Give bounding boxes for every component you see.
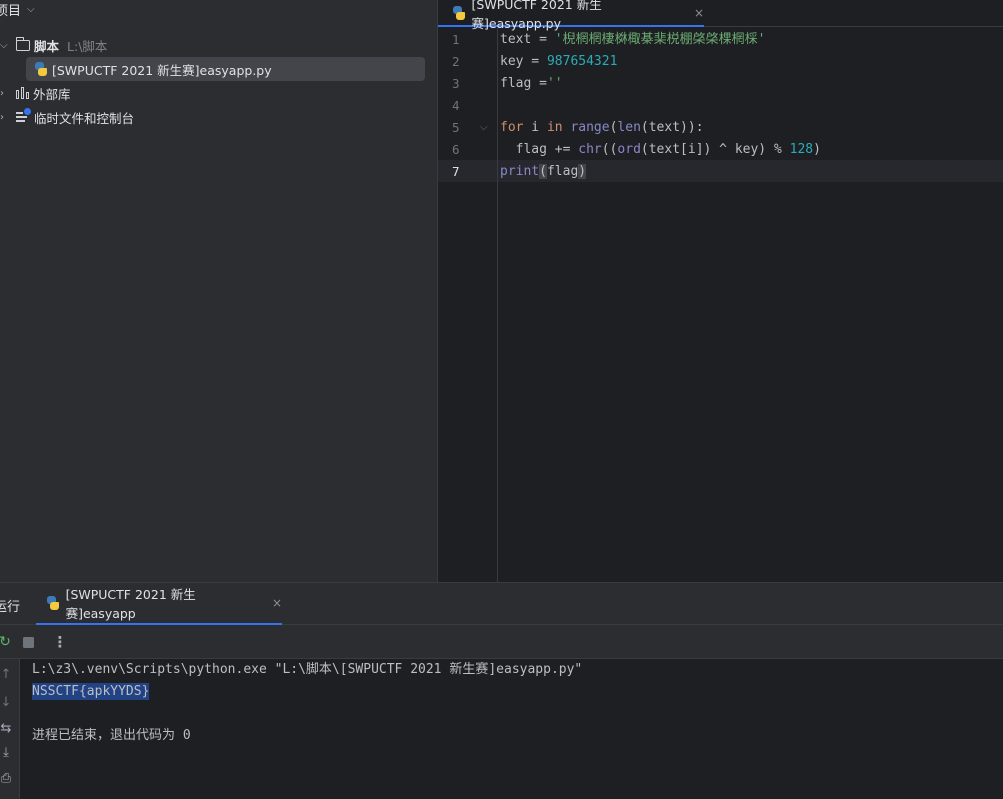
fold-icon[interactable]: ⌵	[480, 122, 488, 133]
tree-item-label: 外部库	[33, 86, 71, 102]
editor: [SWPUCTF 2021 新生赛]easyapp.py × 1 2 3 4 5…	[437, 0, 1003, 582]
code-token: for	[500, 120, 524, 135]
close-icon[interactable]: ×	[272, 596, 282, 610]
code-token: )	[578, 164, 587, 179]
tree-item-python-file[interactable]: [SWPUCTF 2021 新生赛]easyapp.py	[26, 57, 425, 81]
code-token: len	[617, 120, 641, 135]
code-token: )	[813, 142, 821, 157]
tree-item-label: 临时文件和控制台	[34, 110, 135, 126]
run-panel: 运行 [SWPUCTF 2021 新生赛]easyapp × ↻ ⋮ ↑ ↓ ⇆…	[0, 582, 1003, 799]
code-token: =	[531, 32, 555, 47]
python-file-icon	[46, 596, 60, 610]
console-command-line: L:\z3\.venv\Scripts\python.exe "L:\脚本\[S…	[32, 662, 583, 677]
code-line-1[interactable]: text = '棿棢棢棲棥棷棊棐棁棚棨棨棵棢棌'	[500, 29, 765, 51]
console-exit-line: 进程已结束，退出代码为 0	[32, 728, 191, 743]
run-side-toolbar: ↑ ↓ ⇆ ⤓ ⎙	[0, 659, 20, 799]
line-number: 3	[452, 76, 460, 91]
code-token: text	[500, 32, 532, 47]
code-line-6[interactable]: flag += chr((ord(text[i]) ^ key) % 128)	[500, 139, 821, 161]
folder-icon	[15, 36, 30, 51]
code-token: i	[523, 120, 547, 135]
code-token: '棿棢棢棲棥棷棊棐棁棚棨棨棵棢棌'	[554, 32, 766, 47]
code-token: flag +=	[500, 142, 579, 157]
code-token: chr	[578, 142, 602, 157]
python-file-icon	[34, 62, 48, 76]
code-token: flag	[500, 76, 532, 91]
code-line-5[interactable]: for i in range(len(text)):	[500, 117, 704, 139]
console-output-line[interactable]: NSSCTF{apkYYDS}	[32, 681, 150, 703]
soft-wrap-icon[interactable]: ⇆	[0, 721, 13, 736]
run-tab-bar: 运行 [SWPUCTF 2021 新生赛]easyapp ×	[0, 583, 1003, 625]
line-number: 1	[452, 32, 460, 47]
code-line-3[interactable]: flag =''	[500, 73, 563, 95]
code-token: ((	[601, 142, 618, 157]
line-number: 5	[452, 120, 460, 135]
code-token: in	[546, 120, 563, 135]
arrow-down-icon[interactable]: ↓	[0, 695, 13, 710]
tree-item-root-folder[interactable]: ⌵ 脚本 L:\脚本	[0, 33, 107, 57]
tree-item-path-hint: L:\脚本	[67, 38, 108, 54]
code-token: (text)):	[640, 120, 704, 135]
line-number-gutter: 1 2 3 4 5 ⌵ 6 7	[438, 28, 498, 582]
code-token: 128	[789, 142, 814, 157]
code-token: key	[500, 54, 524, 69]
project-panel: 项目 ⌵ ⌵ 脚本 L:\脚本 [SWPUCTF 2021 新生赛]easyap…	[0, 0, 437, 582]
tree-item-label: [SWPUCTF 2021 新生赛]easyapp.py	[52, 62, 272, 78]
code-token: =	[531, 76, 547, 91]
close-icon[interactable]: ×	[694, 6, 704, 20]
print-icon[interactable]: ⎙	[0, 771, 13, 786]
chevron-right-icon[interactable]: ›	[0, 112, 10, 123]
console-output-selected[interactable]: NSSCTF{apkYYDS}	[32, 683, 150, 700]
run-toolbar: ↻ ⋮	[0, 625, 1003, 659]
project-title: 项目	[0, 3, 22, 19]
run-panel-title: 运行	[0, 600, 21, 615]
chevron-down-icon[interactable]: ⌵	[27, 4, 35, 15]
run-tab-label: [SWPUCTF 2021 新生赛]easyapp	[65, 587, 196, 621]
project-header[interactable]: 项目 ⌵	[0, 0, 35, 19]
chevron-right-icon[interactable]: ›	[0, 88, 10, 99]
code-token: 987654321	[546, 54, 618, 69]
code-token: (text[i]) ^ key) %	[640, 142, 790, 157]
rerun-icon[interactable]: ↻	[0, 633, 12, 651]
run-tab[interactable]: [SWPUCTF 2021 新生赛]easyapp ×	[36, 583, 282, 625]
stop-icon[interactable]	[21, 633, 35, 651]
code-token: print	[500, 164, 540, 179]
code-token: (	[539, 164, 547, 179]
code-token: range	[570, 120, 610, 135]
library-icon	[16, 87, 29, 99]
code-line-2[interactable]: key = 987654321	[500, 51, 617, 73]
tree-item-external-libraries[interactable]: › 外部库	[0, 81, 71, 105]
tree-item-scratches[interactable]: › 临时文件和控制台	[0, 105, 134, 129]
code-token: flag	[546, 164, 579, 179]
more-options-icon[interactable]: ⋮	[53, 633, 68, 651]
editor-tab-bar: [SWPUCTF 2021 新生赛]easyapp.py ×	[438, 0, 1003, 31]
code-token: ord	[617, 142, 641, 157]
python-file-icon	[452, 5, 466, 20]
arrow-up-icon[interactable]: ↑	[0, 667, 13, 682]
line-number: 7	[452, 164, 460, 179]
code-token: =	[523, 54, 547, 69]
editor-tab-label: [SWPUCTF 2021 新生赛]easyapp.py	[471, 0, 602, 31]
line-number: 6	[452, 142, 460, 157]
editor-tab[interactable]: [SWPUCTF 2021 新生赛]easyapp.py ×	[438, 0, 704, 31]
code-token: ''	[546, 76, 563, 91]
line-number: 2	[452, 54, 460, 69]
scroll-to-end-icon[interactable]: ⤓	[0, 745, 13, 760]
tree-item-label: 脚本	[34, 38, 60, 54]
code-line-7[interactable]: print(flag)	[500, 161, 587, 183]
line-number: 4	[452, 98, 460, 113]
console-output-area[interactable]: L:\z3\.venv\Scripts\python.exe "L:\脚本\[S…	[20, 659, 1003, 799]
scratches-icon	[16, 108, 31, 123]
chevron-down-icon[interactable]: ⌵	[0, 40, 10, 51]
